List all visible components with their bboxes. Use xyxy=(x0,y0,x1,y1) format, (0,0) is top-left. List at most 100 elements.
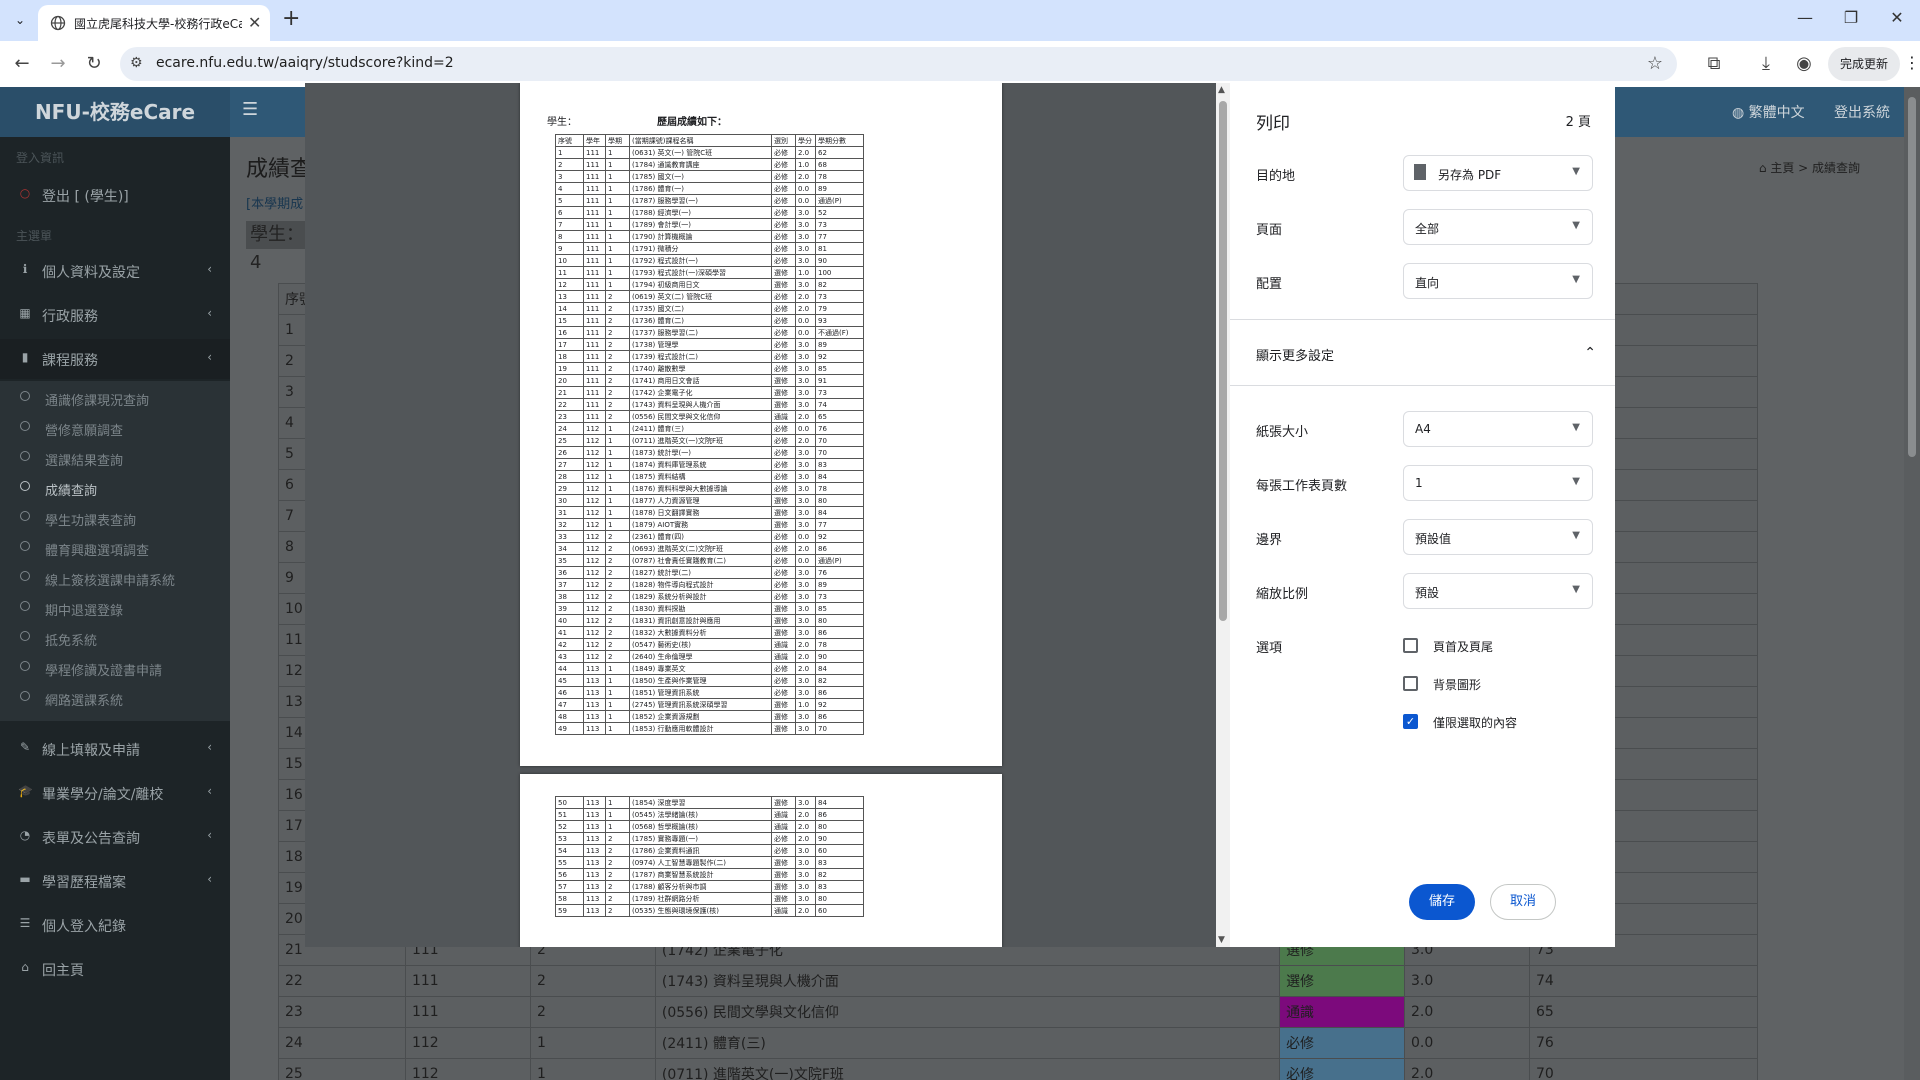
page-scrollbar-thumb[interactable] xyxy=(1908,97,1916,457)
reload-icon[interactable]: ↻ xyxy=(82,53,106,74)
preview-table-cell: 2 xyxy=(605,290,630,303)
preview-table-cell: (2361) 體育(四) xyxy=(629,530,772,543)
sidebar-sub-item[interactable]: 網路選課系統 xyxy=(0,683,230,713)
sidebar-item-login-log[interactable]: ☰ 個人登入紀錄 xyxy=(0,905,230,945)
sidebar-item-home[interactable]: ⌂ 回主頁 xyxy=(0,949,230,989)
preview-table-cell: 2 xyxy=(605,530,630,543)
hamburger-icon[interactable]: ☰ xyxy=(242,99,258,120)
preview-table-cell: 112 xyxy=(583,494,606,507)
sidebar-sub-item[interactable]: 抵免系統 xyxy=(0,623,230,653)
headers-footers-checkbox[interactable] xyxy=(1403,638,1418,653)
site-info-icon[interactable]: ⚙ xyxy=(130,55,143,71)
layout-select[interactable]: 直向 ▼ xyxy=(1403,263,1593,299)
sidebar-item-portfolio[interactable]: ▬ 學習歷程檔案 ‹ xyxy=(0,861,230,901)
save-button[interactable]: 儲存 xyxy=(1409,884,1475,920)
sidebar: 登入資訊 ○ 登出 [ (學生)] 主選單 ℹ 個人資料及設定 ‹ ▦ 行政服務… xyxy=(0,137,230,1080)
sidebar-item-courses[interactable]: ▮ 課程服務 ‹ xyxy=(0,339,230,379)
pages-value: 全部 xyxy=(1415,222,1440,236)
circle-icon xyxy=(20,571,30,581)
preview-table-cell: (1791) 微積分 xyxy=(629,242,772,255)
preview-table-row: 22 111 2 (1743) 資料呈現與人機介面 選修 3.0 74 xyxy=(555,398,864,411)
preview-table-row: 31 112 1 (1878) 日文翻譯實務 選修 3.0 84 xyxy=(555,506,864,519)
logout-system-link[interactable]: 登出系統 xyxy=(1834,102,1890,122)
sidebar-item-apply[interactable]: ✎ 線上填報及申請 ‹ xyxy=(0,729,230,769)
address-bar[interactable]: ⚙ ecare.nfu.edu.tw/aaiqry/studscore?kind… xyxy=(120,47,1677,81)
preview-table-cell: 113 xyxy=(583,820,606,833)
preview-table-cell: 73 xyxy=(815,590,864,603)
preview-table-cell: (1743) 資料呈現與人機介面 xyxy=(629,398,772,411)
tab-close-icon[interactable]: ✕ xyxy=(248,13,261,32)
preview-table-cell: 1 xyxy=(605,254,630,267)
url-text[interactable]: ecare.nfu.edu.tw/aaiqry/studscore?kind=2 xyxy=(156,55,454,71)
profile-icon[interactable]: ◉ xyxy=(1792,53,1816,74)
download-icon[interactable]: ⤓ xyxy=(1754,53,1778,74)
minimize-button[interactable]: — xyxy=(1790,8,1820,27)
extensions-icon[interactable]: ⧉ xyxy=(1702,53,1726,74)
tab-search-button[interactable]: ⌄ xyxy=(8,8,32,32)
bookmark-star-icon[interactable]: ☆ xyxy=(1647,53,1663,74)
sidebar-sub-item[interactable]: 營修意願調查 xyxy=(0,413,230,443)
forward-icon[interactable]: → xyxy=(46,53,70,74)
sidebar-sub-item[interactable]: 線上簽核選課申請系統 xyxy=(0,563,230,593)
preview-table-cell: 1 xyxy=(605,796,630,809)
background-graphics-checkbox[interactable] xyxy=(1403,676,1418,691)
preview-table-cell: 89 xyxy=(815,182,864,195)
page-scrollbar[interactable] xyxy=(1904,87,1920,1080)
preview-table-cell: 111 xyxy=(583,278,606,291)
more-settings-toggle[interactable]: 顯示更多設定 ⌃ xyxy=(1256,345,1596,375)
preview-table-row: 54 113 2 (1786) 企業資料通訊 必修 3.0 60 xyxy=(555,844,864,857)
cancel-button[interactable]: 取消 xyxy=(1490,884,1556,920)
page-note-link[interactable]: [本學期成 xyxy=(246,193,303,212)
back-icon[interactable]: ← xyxy=(10,53,34,74)
preview-table-cell: 84 xyxy=(815,662,864,675)
app-logo[interactable]: NFU-校務eCare xyxy=(0,87,230,137)
close-window-button[interactable]: ✕ xyxy=(1882,8,1912,27)
preview-table-cell: 1 xyxy=(605,422,630,435)
pages-select[interactable]: 全部 ▼ xyxy=(1403,209,1593,245)
pages-per-sheet-select[interactable]: 1 ▼ xyxy=(1403,465,1593,501)
preview-scrollbar[interactable]: ▲ ▼ xyxy=(1216,83,1230,947)
sidebar-sub-item[interactable]: 體育興趣選項調查 xyxy=(0,533,230,563)
sidebar-item-forms[interactable]: ◔ 表單及公告查詢 ‹ xyxy=(0,817,230,857)
preview-table-cell: (1737) 服務學習(二) xyxy=(629,326,772,339)
menu-icon[interactable]: ⋮ xyxy=(1904,53,1920,72)
restore-button[interactable]: ❐ xyxy=(1836,8,1866,27)
sidebar-item-graduation[interactable]: 🎓 畢業學分/論文/離校 ‹ xyxy=(0,773,230,813)
preview-table-cell: 通過(P) xyxy=(815,194,864,207)
preview-table-cell: 19 xyxy=(555,362,584,375)
sidebar-sub-item-active[interactable]: 成績查詢 xyxy=(0,473,230,503)
preview-table-row: 50 113 1 (1854) 深度學習 選修 3.0 84 xyxy=(555,796,864,809)
preview-table-cell: 2 xyxy=(605,832,630,845)
preview-table-cell: 113 xyxy=(583,686,606,699)
sidebar-sub-item[interactable]: 期中退選登錄 xyxy=(0,593,230,623)
preview-table-cell: (1740) 離散數學 xyxy=(629,362,772,375)
destination-select[interactable]: 另存為 PDF ▼ xyxy=(1403,155,1593,191)
new-tab-button[interactable]: + xyxy=(282,6,300,31)
scroll-up-icon[interactable]: ▲ xyxy=(1218,85,1225,95)
sidebar-logout-item[interactable]: ○ 登出 [ (學生)] xyxy=(0,175,230,215)
scale-select[interactable]: 預設 ▼ xyxy=(1403,573,1593,609)
preview-table-cell: 1 xyxy=(605,194,630,207)
sidebar-item-profile[interactable]: ℹ 個人資料及設定 ‹ xyxy=(0,251,230,291)
preview-table-row: 16 111 2 (1737) 服務學習(二) 必修 0.0 不通過(F) xyxy=(555,326,864,339)
selection-only-checkbox[interactable]: ✓ xyxy=(1403,714,1418,729)
sidebar-sub-item[interactable]: 選課結果查詢 xyxy=(0,443,230,473)
preview-table-cell: 112 xyxy=(583,506,606,519)
sidebar-sub-item[interactable]: 通識修課現況查詢 xyxy=(0,383,230,413)
preview-table-row: 37 112 2 (1828) 物件導向程式設計 必修 3.0 89 xyxy=(555,578,864,591)
table-cell: 1 xyxy=(530,1027,656,1059)
browser-tab[interactable]: 國立虎尾科技大學-校務行政eCare ✕ xyxy=(38,5,270,41)
update-button[interactable]: 完成更新 xyxy=(1828,47,1900,81)
preview-scrollbar-thumb[interactable] xyxy=(1219,101,1227,621)
margins-select[interactable]: 預設值 ▼ xyxy=(1403,519,1593,555)
language-link[interactable]: ◍ 繁體中文 xyxy=(1732,102,1805,122)
preview-table-cell: 2 xyxy=(605,350,630,363)
sidebar-item-admin[interactable]: ▦ 行政服務 ‹ xyxy=(0,295,230,335)
breadcrumb-text[interactable]: 主頁 > 成績查詢 xyxy=(1770,161,1860,175)
scroll-down-icon[interactable]: ▼ xyxy=(1218,935,1225,945)
preview-table-cell: 1 xyxy=(605,686,630,699)
sidebar-sub-item[interactable]: 學生功課表查詢 xyxy=(0,503,230,533)
sidebar-sub-item[interactable]: 學程修讀及證書申請 xyxy=(0,653,230,683)
preview-table-cell: (1786) 體育(一) xyxy=(629,182,772,195)
paper-size-select[interactable]: A4 ▼ xyxy=(1403,411,1593,447)
